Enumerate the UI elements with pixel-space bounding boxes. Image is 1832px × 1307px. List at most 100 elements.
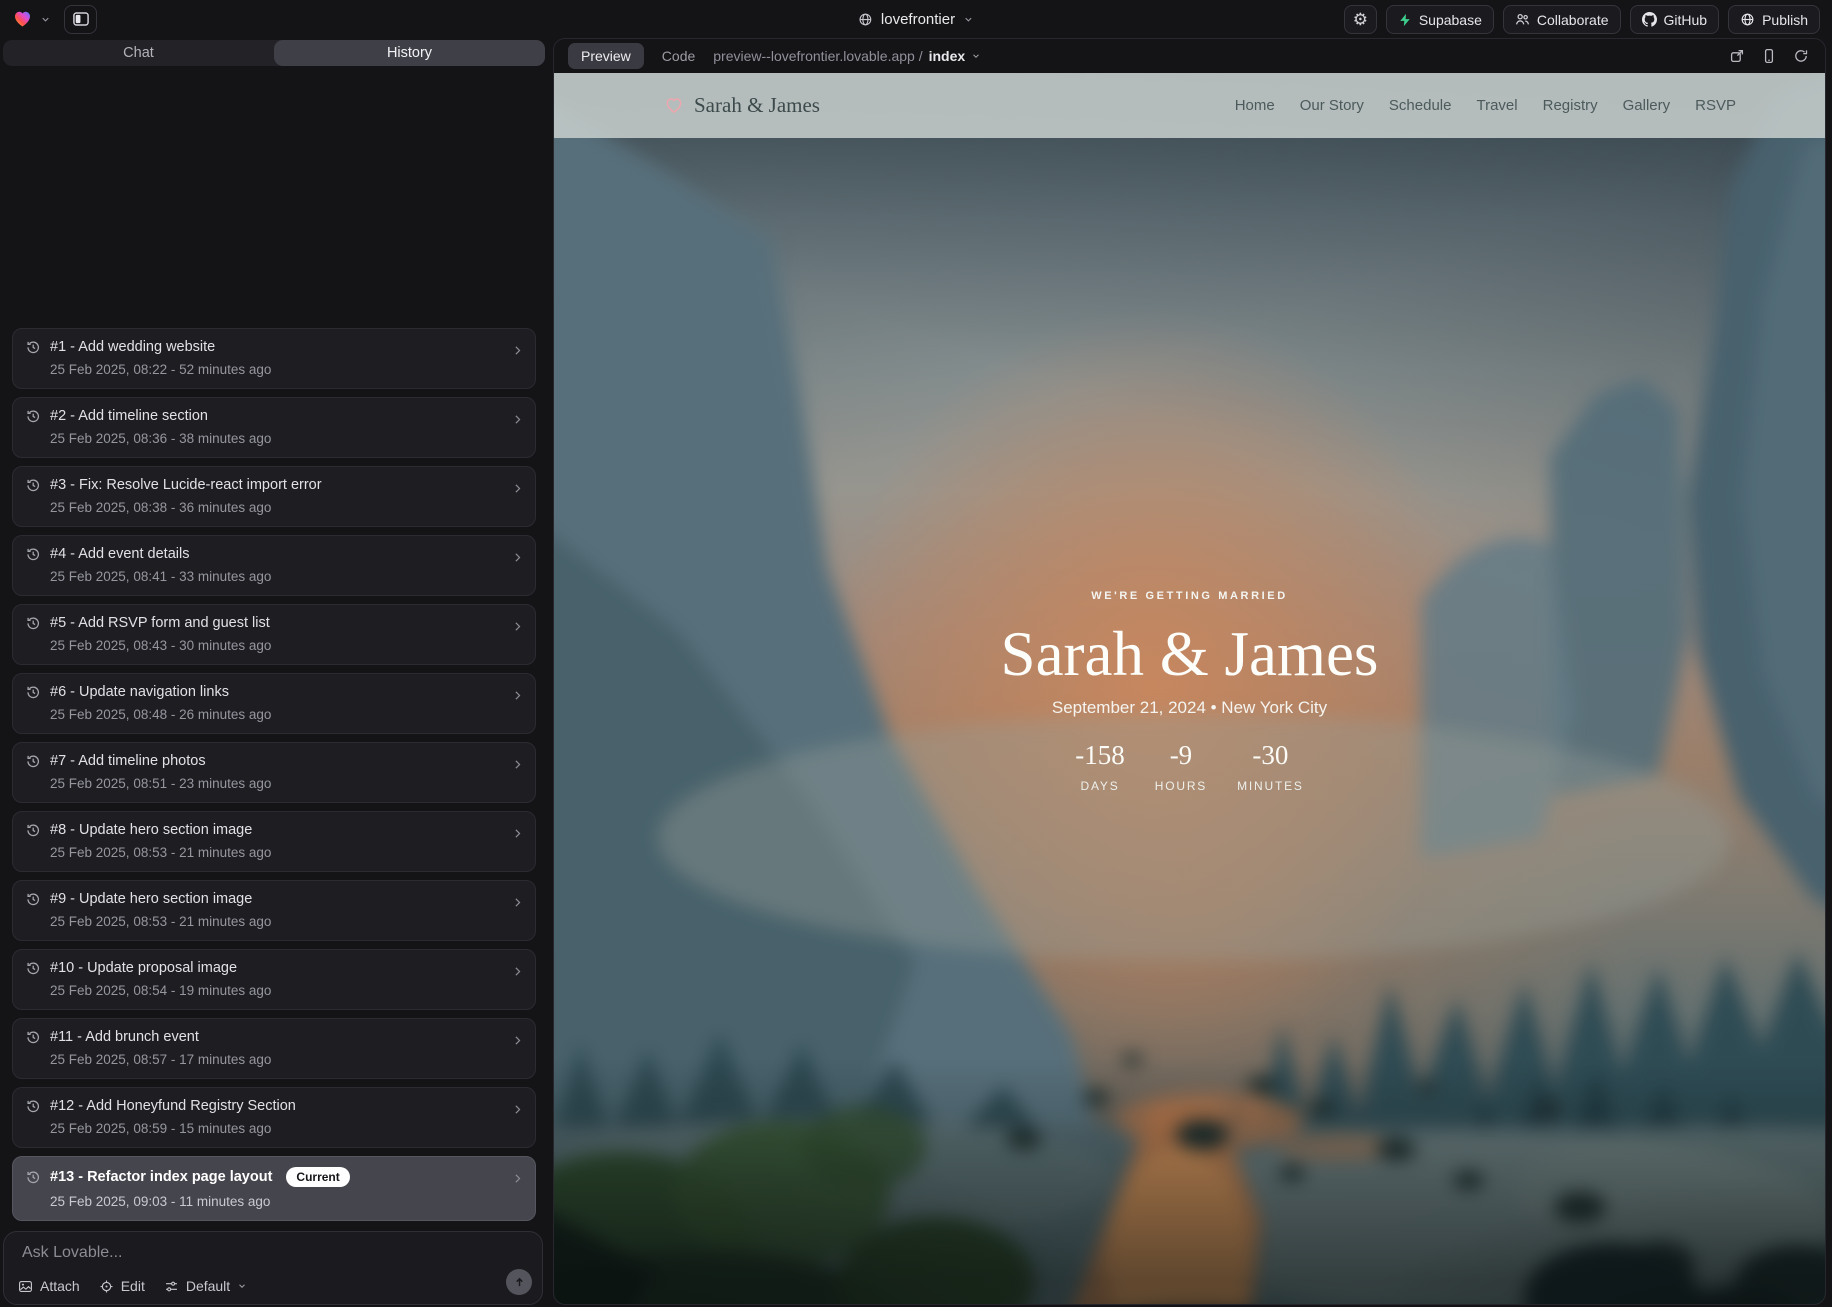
chevron-right-icon[interactable] — [511, 1103, 524, 1116]
history-list-item[interactable]: #8 - Update hero section image 25 Feb 20… — [12, 811, 536, 872]
chevron-down-icon — [237, 1281, 247, 1291]
site-brand[interactable]: Sarah & James — [664, 93, 820, 118]
chevron-right-icon[interactable] — [511, 965, 524, 978]
history-list-item[interactable]: #10 - Update proposal image 25 Feb 2025,… — [12, 949, 536, 1010]
countdown-item: -30 MINUTES — [1237, 740, 1304, 793]
preview-url-base: preview--lovefrontier.lovable.app / — [713, 48, 922, 64]
history-item-timestamp: 25 Feb 2025, 08:38 - 36 minutes ago — [50, 500, 523, 515]
open-in-new-tab-icon[interactable] — [1729, 48, 1745, 64]
history-item-title: #8 - Update hero section image — [50, 822, 252, 838]
publish-globe-icon — [1740, 12, 1755, 27]
tab-chat[interactable]: Chat — [3, 40, 274, 66]
panel-left-icon — [72, 10, 90, 28]
chevron-right-icon[interactable] — [511, 758, 524, 771]
chevron-right-icon[interactable] — [511, 1034, 524, 1047]
history-list-item[interactable]: #7 - Add timeline photos 25 Feb 2025, 08… — [12, 742, 536, 803]
site-nav-link[interactable]: Registry — [1543, 97, 1598, 114]
countdown-label: MINUTES — [1237, 779, 1304, 793]
history-item-title: #4 - Add event details — [50, 546, 189, 562]
history-list-item[interactable]: #13 - Refactor index page layout Current… — [12, 1156, 536, 1221]
history-icon — [25, 615, 41, 631]
chevron-right-icon[interactable] — [511, 620, 524, 633]
chevron-down-icon — [971, 51, 981, 61]
history-icon — [25, 822, 41, 838]
tab-history[interactable]: History — [274, 40, 545, 66]
history-item-timestamp: 25 Feb 2025, 08:57 - 17 minutes ago — [50, 1052, 523, 1067]
refresh-icon[interactable] — [1793, 48, 1809, 64]
countdown-item: -9 HOURS — [1155, 740, 1207, 793]
mode-select[interactable]: Default — [164, 1278, 247, 1294]
history-list-item[interactable]: #9 - Update hero section image 25 Feb 20… — [12, 880, 536, 941]
hero-title: Sarah & James — [554, 618, 1825, 690]
github-button[interactable]: GitHub — [1630, 5, 1720, 34]
project-name: lovefrontier — [881, 11, 955, 28]
history-list-item[interactable]: #1 - Add wedding website 25 Feb 2025, 08… — [12, 328, 536, 389]
history-item-title: #10 - Update proposal image — [50, 960, 237, 976]
edit-mode-button[interactable]: Edit — [99, 1278, 145, 1294]
countdown-label: HOURS — [1155, 779, 1207, 793]
sliders-icon — [164, 1279, 179, 1294]
history-icon — [25, 339, 41, 355]
publish-button[interactable]: Publish — [1728, 5, 1820, 34]
supabase-label: Supabase — [1419, 12, 1482, 28]
site-nav-link[interactable]: Home — [1235, 97, 1275, 114]
history-list-item[interactable]: #3 - Fix: Resolve Lucide-react import er… — [12, 466, 536, 527]
countdown: -158 DAYS -9 HOURS -30 MINUTES — [554, 740, 1825, 793]
chevron-right-icon[interactable] — [511, 896, 524, 909]
supabase-bolt-icon — [1398, 13, 1412, 27]
heart-outline-icon — [664, 96, 684, 115]
chevron-down-icon — [963, 14, 974, 25]
countdown-label: DAYS — [1075, 779, 1125, 793]
target-icon — [99, 1279, 114, 1294]
site-nav: Home Our Story Schedule Travel Registry … — [1235, 97, 1736, 114]
history-item-timestamp: 25 Feb 2025, 08:53 - 21 minutes ago — [50, 914, 523, 929]
history-list-item[interactable]: #4 - Add event details 25 Feb 2025, 08:4… — [12, 535, 536, 596]
history-list-item[interactable]: #6 - Update navigation links 25 Feb 2025… — [12, 673, 536, 734]
mobile-view-icon[interactable] — [1761, 48, 1777, 64]
history-list-item[interactable]: #5 - Add RSVP form and guest list 25 Feb… — [12, 604, 536, 665]
history-item-title: #11 - Add brunch event — [50, 1029, 199, 1045]
site-nav-link[interactable]: Our Story — [1300, 97, 1364, 114]
tab-code[interactable]: Code — [662, 48, 695, 64]
site-nav-link[interactable]: Travel — [1476, 97, 1517, 114]
chevron-down-icon[interactable] — [40, 14, 51, 25]
history-item-timestamp: 25 Feb 2025, 08:53 - 21 minutes ago — [50, 845, 523, 860]
chevron-right-icon[interactable] — [511, 1172, 524, 1185]
tab-preview[interactable]: Preview — [568, 43, 644, 69]
toggle-sidebar-button[interactable] — [64, 5, 97, 34]
preview-url[interactable]: preview--lovefrontier.lovable.app / inde… — [713, 48, 981, 64]
app-topbar: lovefrontier ⚙ Supabase Collaborate — [0, 0, 1832, 38]
chevron-right-icon[interactable] — [511, 413, 524, 426]
history-list-item[interactable]: #2 - Add timeline section 25 Feb 2025, 0… — [12, 397, 536, 458]
settings-button[interactable]: ⚙ — [1344, 5, 1377, 34]
site-header: Sarah & James Home Our Story Schedule Tr… — [554, 73, 1825, 138]
chevron-right-icon[interactable] — [511, 482, 524, 495]
preview-panel: Preview Code preview--lovefrontier.lovab… — [553, 38, 1826, 1305]
site-nav-link[interactable]: Schedule — [1389, 97, 1452, 114]
send-button[interactable] — [506, 1269, 532, 1295]
history-list-item[interactable]: #11 - Add brunch event 25 Feb 2025, 08:5… — [12, 1018, 536, 1079]
chevron-right-icon[interactable] — [511, 689, 524, 702]
chevron-right-icon[interactable] — [511, 551, 524, 564]
history-list-item[interactable]: #12 - Add Honeyfund Registry Section 25 … — [12, 1087, 536, 1148]
chevron-right-icon[interactable] — [511, 827, 524, 840]
project-switcher[interactable]: lovefrontier — [858, 0, 974, 38]
history-item-title: #3 - Fix: Resolve Lucide-react import er… — [50, 477, 322, 493]
lovable-heart-logo[interactable] — [12, 9, 33, 29]
history-item-timestamp: 25 Feb 2025, 08:48 - 26 minutes ago — [50, 707, 523, 722]
prompt-composer: Attach Edit Default — [3, 1231, 543, 1305]
attach-button[interactable]: Attach — [18, 1278, 80, 1294]
ask-lovable-input[interactable] — [20, 1243, 454, 1263]
history-item-title: #5 - Add RSVP form and guest list — [50, 615, 270, 631]
supabase-button[interactable]: Supabase — [1386, 5, 1494, 34]
chevron-right-icon[interactable] — [511, 344, 524, 357]
site-nav-link[interactable]: RSVP — [1695, 97, 1736, 114]
collaborate-button[interactable]: Collaborate — [1503, 5, 1621, 34]
collaborate-label: Collaborate — [1537, 12, 1609, 28]
history-icon — [25, 684, 41, 700]
site-nav-link[interactable]: Gallery — [1623, 97, 1671, 114]
preview-url-page: index — [929, 48, 966, 64]
countdown-value: -158 — [1075, 740, 1125, 771]
history-item-timestamp: 25 Feb 2025, 08:54 - 19 minutes ago — [50, 983, 523, 998]
arrow-up-icon — [513, 1276, 526, 1289]
